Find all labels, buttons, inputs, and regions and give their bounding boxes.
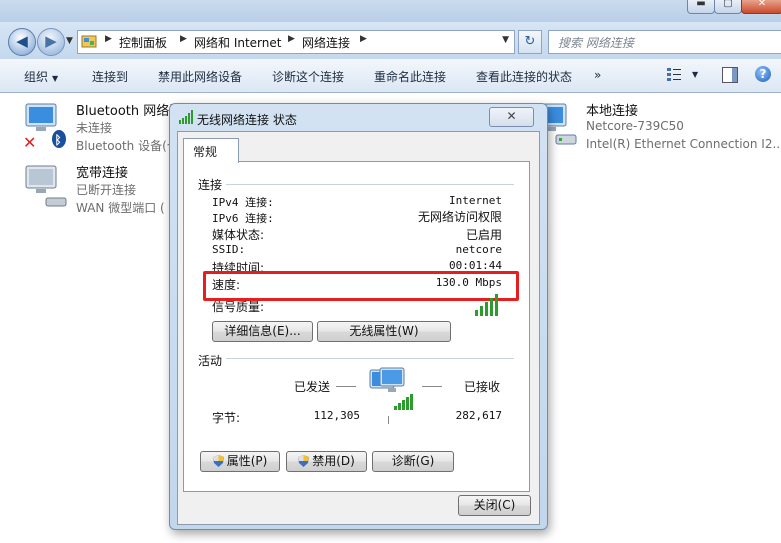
list-item-local-connection[interactable]: 本地连接 Netcore-739C50 Intel(R) Ethernet Co… <box>532 100 781 151</box>
tab-general[interactable]: 常规 <box>183 138 239 163</box>
received-line <box>422 386 442 387</box>
media-state-value: 已启用 <box>465 228 502 242</box>
address-bar[interactable]: ▶ 控制面板 ▶ 网络和 Internet ▶ 网络连接 ▶ ▼ <box>77 30 515 54</box>
maximize-button[interactable]: ▢ <box>714 0 742 14</box>
command-bar: 组织 ▼ 连接到 禁用此网络设备 诊断这个连接 重命名此连接 查看此连接的状态 »… <box>0 59 781 93</box>
connection-device: WAN 微型端口 ( <box>76 201 165 215</box>
close-button[interactable]: 关闭(C) <box>458 495 531 516</box>
window-title-bar: ▬ ▢ ✕ <box>0 0 781 22</box>
forward-button[interactable]: ▶ <box>37 28 65 56</box>
ipv6-label: IPv6 连接: <box>212 212 274 225</box>
breadcrumb-control-panel[interactable]: 控制面板 <box>119 34 167 51</box>
view-dropdown-icon[interactable]: ▼ <box>692 70 698 79</box>
svg-text:✕: ✕ <box>23 133 36 148</box>
ssid-value: netcore <box>455 243 502 256</box>
address-dropdown-icon[interactable]: ▼ <box>502 35 509 45</box>
close-icon: ✕ <box>506 109 517 123</box>
minimize-button[interactable]: ▬ <box>687 0 715 14</box>
broadband-connection-icon <box>25 165 67 207</box>
connection-status: Netcore-739C50 <box>586 119 684 133</box>
help-icon[interactable]: ? <box>755 66 771 82</box>
bytes-label: 字节: <box>212 411 241 425</box>
disable-button-label: 禁用(D) <box>312 454 355 468</box>
network-activity-icon <box>369 367 413 410</box>
ipv4-value: Internet <box>449 194 502 207</box>
ssid-label: SSID: <box>212 243 246 256</box>
search-placeholder: 搜索 网络连接 <box>558 36 634 50</box>
connect-to-button[interactable]: 连接到 <box>92 68 128 85</box>
signal-bar <box>475 310 478 316</box>
signal-quality-label: 信号质量: <box>212 300 265 314</box>
preview-pane-icon[interactable] <box>722 67 738 83</box>
speed-highlight-box <box>203 271 519 301</box>
sent-label: 已发送 <box>294 380 331 394</box>
change-view-icon[interactable] <box>667 67 681 81</box>
sent-line <box>336 386 356 387</box>
list-item-bluetooth[interactable]: ✕ ᛒ Bluetooth 网络连 未连接 Bluetooth 设备(个 <box>22 100 182 153</box>
connection-status: 未连接 <box>76 121 113 135</box>
connection-device: Intel(R) Ethernet Connection I2... <box>586 137 781 151</box>
signal-bar <box>480 306 483 316</box>
window-close-button[interactable]: ✕ <box>741 0 781 14</box>
back-arrow-icon: ◀ <box>16 32 28 50</box>
list-item-broadband[interactable]: 宽带连接 已断开连接 WAN 微型端口 ( <box>22 162 172 215</box>
view-status-button[interactable]: 查看此连接的状态 <box>476 68 572 85</box>
bytes-sent-value: 112,305 <box>313 409 360 422</box>
control-panel-icon <box>81 35 97 48</box>
signal-bar <box>495 294 498 316</box>
section-divider <box>226 358 514 359</box>
organize-menu[interactable]: 组织 ▼ <box>24 68 58 85</box>
received-label: 已接收 <box>464 380 501 394</box>
wireless-signal-icon <box>179 110 193 124</box>
bluetooth-network-icon: ✕ ᛒ <box>23 103 66 148</box>
tab-label: 常规 <box>193 145 218 159</box>
wireless-properties-button[interactable]: 无线属性(W) <box>317 321 451 342</box>
uac-shield-icon <box>212 455 224 467</box>
refresh-button[interactable]: ↻ <box>518 30 542 54</box>
disable-device-button[interactable]: 禁用此网络设备 <box>158 68 242 85</box>
uac-shield-icon <box>298 455 310 467</box>
dialog-close-button[interactable]: ✕ <box>489 107 534 127</box>
ipv4-label: IPv4 连接: <box>212 196 274 209</box>
dialog-title: 无线网络连接 状态 <box>197 113 297 127</box>
activity-section-label: 活动 <box>198 354 223 368</box>
signal-quality-bars <box>475 294 505 316</box>
connection-name: 宽带连接 <box>76 166 129 181</box>
connection-device: Bluetooth 设备(个 <box>76 139 179 153</box>
refresh-icon: ↻ <box>524 34 536 49</box>
signal-bar <box>485 302 488 316</box>
forward-arrow-icon: ▶ <box>45 32 57 50</box>
breadcrumb-network-internet[interactable]: 网络和 Internet <box>194 34 281 51</box>
properties-button-label: 属性(P) <box>226 454 268 468</box>
breadcrumb-network-connections[interactable]: 网络连接 <box>302 34 350 51</box>
details-button[interactable]: 详细信息(E)... <box>212 321 313 342</box>
back-button[interactable]: ◀ <box>8 28 36 56</box>
rename-connection-button[interactable]: 重命名此连接 <box>374 68 446 85</box>
more-commands-button[interactable]: » <box>594 68 601 82</box>
media-state-label: 媒体状态: <box>212 228 265 242</box>
properties-button[interactable]: 属性(P) <box>200 451 280 472</box>
connection-status: 已断开连接 <box>76 183 137 197</box>
diagnose-connection-button[interactable]: 诊断这个连接 <box>272 68 344 85</box>
connection-section-label: 连接 <box>198 178 223 192</box>
ipv6-value: 无网络访问权限 <box>417 210 502 224</box>
svg-text:ᛒ: ᛒ <box>55 133 62 147</box>
organize-label: 组织 <box>24 70 49 84</box>
signal-bar <box>490 298 493 316</box>
bytes-received-value: 282,617 <box>455 409 502 422</box>
disable-button[interactable]: 禁用(D) <box>286 451 367 472</box>
connection-name: 本地连接 <box>586 104 639 119</box>
recent-pages-dropdown-icon[interactable]: ▼ <box>66 36 73 46</box>
diagnose-button[interactable]: 诊断(G) <box>372 451 454 472</box>
section-divider <box>226 184 514 185</box>
activity-tick <box>388 416 389 424</box>
search-input[interactable]: 搜索 网络连接 <box>548 30 781 54</box>
connection-name: Bluetooth 网络连 <box>76 104 183 119</box>
address-row: ◀ ▶ ▼ ▶ 控制面板 ▶ 网络和 Internet ▶ 网络连接 ▶ ▼ ↻… <box>0 22 781 59</box>
